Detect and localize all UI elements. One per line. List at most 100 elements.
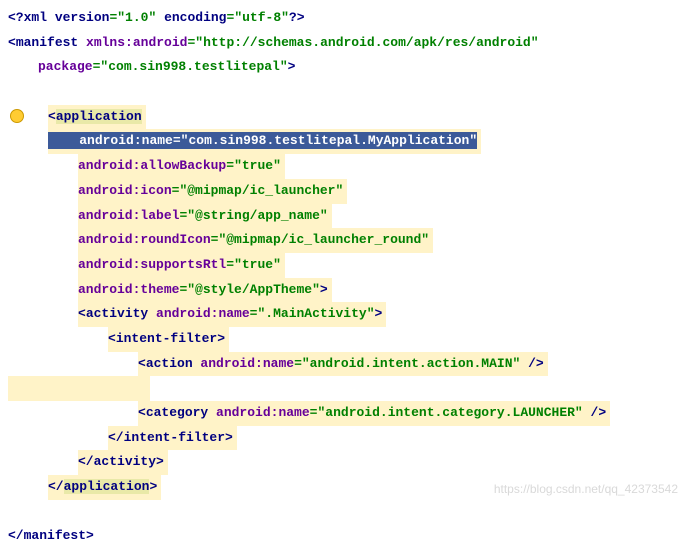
- tag-activity: activity: [86, 306, 156, 321]
- angle: <: [8, 35, 16, 50]
- ns-prefix: android:: [78, 282, 140, 297]
- tag-category: category: [146, 405, 216, 420]
- lightbulb-icon[interactable]: [10, 109, 24, 123]
- attr: name: [142, 133, 173, 148]
- code-line: <activity android:name=".MainActivity">: [8, 302, 686, 327]
- attr: supportsRtl: [140, 257, 226, 272]
- angle: </: [108, 430, 124, 445]
- eq: =: [226, 257, 234, 272]
- code-line: android:icon="@mipmap/ic_launcher": [8, 179, 686, 204]
- code-line: </intent-filter>: [8, 426, 686, 451]
- angle: </: [48, 479, 64, 494]
- blank-line: [8, 500, 686, 525]
- angle: >: [320, 282, 328, 297]
- value: "true": [234, 257, 281, 272]
- code-line: android:roundIcon="@mipmap/ic_launcher_r…: [8, 228, 686, 253]
- attr: label: [140, 208, 179, 223]
- value: "true": [234, 158, 281, 173]
- angle: >: [217, 331, 225, 346]
- angle: >: [225, 430, 233, 445]
- code-line: android:theme="@style/AppTheme">: [8, 278, 686, 303]
- angle: <: [108, 331, 116, 346]
- application-block: <application android:name="com.sin998.te…: [8, 105, 686, 500]
- value: "@string/app_name": [187, 208, 327, 223]
- angle: </: [8, 528, 24, 543]
- value: "com.sin998.testlitepal": [100, 59, 287, 74]
- code-line: <manifest xmlns:android="http://schemas.…: [8, 31, 686, 56]
- angle: >: [375, 306, 383, 321]
- attr: icon: [140, 183, 171, 198]
- value: "@mipmap/ic_launcher": [179, 183, 343, 198]
- attr: encoding: [164, 10, 226, 25]
- angle: <: [48, 109, 56, 124]
- blank-line: [8, 376, 686, 401]
- angle: <: [138, 356, 146, 371]
- angle: >: [86, 528, 94, 543]
- ns-prefix: android:: [78, 257, 140, 272]
- code-line: android:allowBackup="true": [8, 154, 686, 179]
- value: "utf-8": [234, 10, 289, 25]
- ns-prefix: android:: [78, 232, 140, 247]
- angle: </: [78, 454, 94, 469]
- ns-prefix: android:: [200, 356, 262, 371]
- code-line: <?xml version="1.0" encoding="utf-8"?>: [8, 6, 686, 31]
- angle: >: [149, 479, 157, 494]
- code-line: </application>: [8, 475, 686, 500]
- angle: <: [78, 306, 86, 321]
- value: "android.intent.category.LAUNCHER": [317, 405, 582, 420]
- attr: name: [278, 405, 309, 420]
- code-line: </manifest>: [8, 524, 686, 549]
- attr: roundIcon: [140, 232, 210, 247]
- code-line: <intent-filter>: [8, 327, 686, 352]
- attr: theme: [140, 282, 179, 297]
- ns-prefix: android:: [78, 183, 140, 198]
- tag: manifest: [16, 35, 86, 50]
- xml-decl-close: ?>: [289, 10, 305, 25]
- code-line: android:supportsRtl="true": [8, 253, 686, 278]
- attr: allowBackup: [140, 158, 226, 173]
- ns-prefix: android:: [78, 158, 140, 173]
- value: "1.0": [117, 10, 156, 25]
- tag-manifest-close: manifest: [24, 528, 86, 543]
- value: ".MainActivity": [257, 306, 374, 321]
- eq: =: [226, 158, 234, 173]
- angle: />: [520, 356, 543, 371]
- tag-intent-filter-close: intent-filter: [124, 430, 225, 445]
- angle: <: [138, 405, 146, 420]
- tag-intent-filter: intent-filter: [116, 331, 217, 346]
- tag-activity-close: activity: [94, 454, 156, 469]
- value: "android.intent.action.MAIN": [302, 356, 520, 371]
- code-line: <application: [8, 105, 686, 130]
- eq: =: [173, 133, 181, 148]
- value: "com.sin998.testlitepal.MyApplication": [181, 133, 477, 148]
- value: "http://schemas.android.com/apk/res/andr…: [195, 35, 538, 50]
- tag-action: action: [146, 356, 201, 371]
- attr: name: [218, 306, 249, 321]
- code-line: </activity>: [8, 450, 686, 475]
- angle: >: [288, 59, 296, 74]
- attr: android: [133, 35, 188, 50]
- angle: />: [583, 405, 606, 420]
- blank-line: [8, 80, 686, 105]
- ns-prefix: android:: [216, 405, 278, 420]
- code-line: package="com.sin998.testlitepal">: [8, 55, 686, 80]
- code-line: android:label="@string/app_name": [8, 204, 686, 229]
- xml-decl-open: <?: [8, 10, 24, 25]
- space: [156, 10, 164, 25]
- code-line: <action android:name="android.intent.act…: [8, 352, 686, 377]
- ns-prefix: android:: [79, 133, 141, 148]
- angle: >: [156, 454, 164, 469]
- ns-prefix: android:: [78, 208, 140, 223]
- code-line-highlighted: android:name="com.sin998.testlitepal.MyA…: [8, 129, 686, 154]
- ns-prefix: xmlns:: [86, 35, 133, 50]
- eq: =: [294, 356, 302, 371]
- code-line: <category android:name="android.intent.c…: [8, 401, 686, 426]
- ns-prefix: android:: [156, 306, 218, 321]
- tag-application-close: application: [64, 479, 150, 494]
- code-editor: <?xml version="1.0" encoding="utf-8"?> <…: [0, 0, 686, 555]
- attr: package: [38, 59, 93, 74]
- xml-decl-tag: xml version: [24, 10, 110, 25]
- value: "@mipmap/ic_launcher_round": [218, 232, 429, 247]
- value: "@style/AppTheme": [187, 282, 320, 297]
- attr: name: [263, 356, 294, 371]
